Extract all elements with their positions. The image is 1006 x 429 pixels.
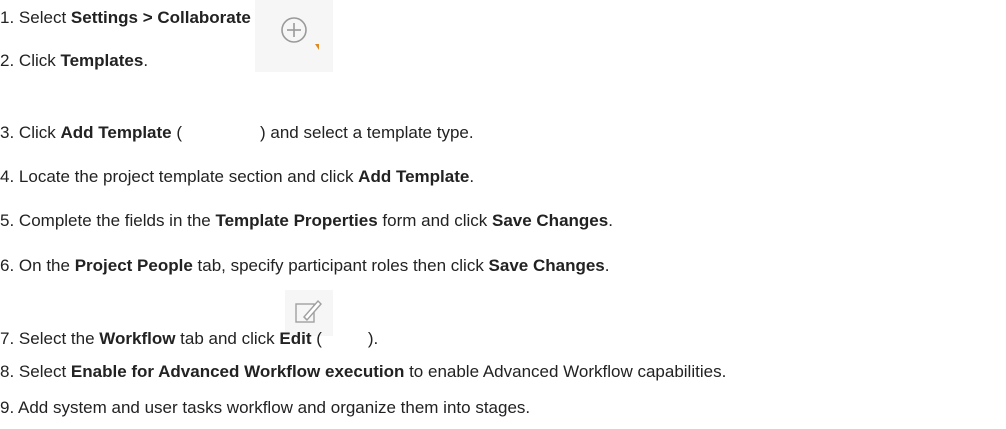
step-number: 5. — [0, 211, 15, 230]
add-circle-icon — [255, 0, 333, 72]
step-text: Click — [18, 123, 61, 142]
step-text: ) and select a template type. — [260, 123, 474, 142]
step-text: Select the — [18, 329, 100, 348]
step-number: 9. — [0, 398, 15, 417]
step-7: 7. Select the Workflow tab and click Edi… — [0, 329, 378, 349]
step-text: tab, specify participant roles then clic… — [192, 256, 489, 275]
step-text: ( — [171, 123, 183, 142]
step-number: 6. — [0, 256, 15, 275]
step-text: ( — [311, 329, 322, 348]
step-bold: Edit — [279, 329, 312, 348]
step-text: . — [604, 256, 610, 275]
step-8: 8. Select Enable for Advanced Workflow e… — [0, 362, 726, 382]
step-text: Locate the project template section and … — [18, 167, 359, 186]
step-bold: Save Changes — [488, 256, 605, 275]
step-text: Select — [18, 362, 71, 381]
step-5: 5. Complete the fields in the Template P… — [0, 211, 613, 231]
step-9: 9. Add system and user tasks workflow an… — [0, 398, 530, 418]
step-text: On the — [18, 256, 75, 275]
step-4: 4. Locate the project template section a… — [0, 167, 474, 187]
step-number: 8. — [0, 362, 15, 381]
instruction-list: 1. Select Settings > Collaborate Setting… — [0, 0, 1006, 429]
step-bold: Add Template — [358, 167, 470, 186]
step-text: Add system and user tasks workflow and o… — [17, 398, 531, 417]
step-bold: Template Properties — [215, 211, 378, 230]
step-number: 3. — [0, 123, 15, 142]
step-text: Complete the fields in the — [18, 211, 216, 230]
step-6: 6. On the Project People tab, specify pa… — [0, 256, 610, 276]
step-text: . — [608, 211, 613, 230]
step-text: to enable Advanced Workflow capabilities… — [404, 362, 727, 381]
step-text: ). — [367, 329, 379, 348]
step-3: 3. Click Add Template ( ) and select a te… — [0, 123, 474, 143]
step-number: 7. — [0, 329, 15, 348]
step-bold: Add Template — [60, 123, 172, 142]
step-bold: Enable for Advanced Workflow execution — [70, 362, 405, 381]
step-text: . — [469, 167, 475, 186]
step-bold: Save Changes — [491, 211, 609, 230]
step-bold: Workflow — [99, 329, 176, 348]
step-text: tab and click — [175, 329, 280, 348]
step-bold: Project People — [74, 256, 193, 275]
step-number: 4. — [0, 167, 15, 186]
step-text: form and click — [377, 211, 492, 230]
